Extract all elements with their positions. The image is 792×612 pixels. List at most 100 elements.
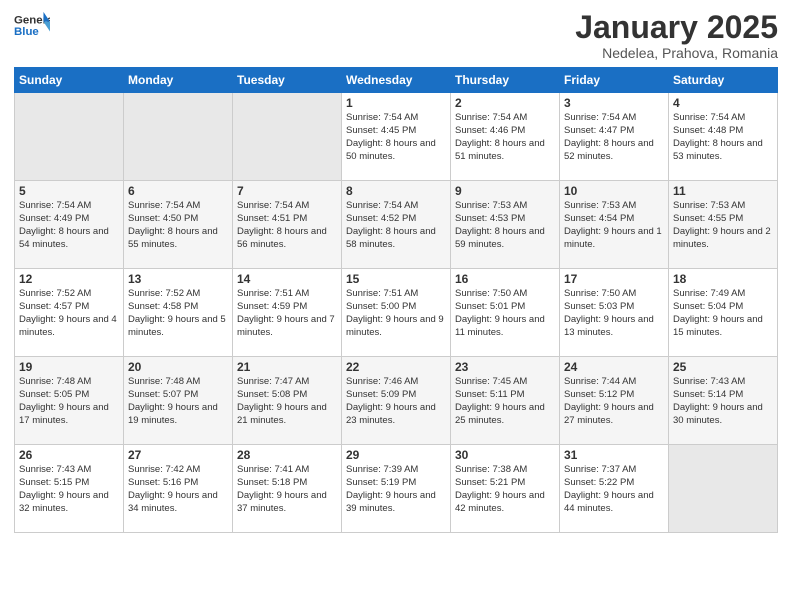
day-number: 20: [128, 360, 228, 374]
day-number: 28: [237, 448, 337, 462]
calendar-week-row: 19 Sunrise: 7:48 AM Sunset: 5:05 PM Dayli…: [15, 357, 778, 445]
day-number: 13: [128, 272, 228, 286]
calendar-week-row: 5 Sunrise: 7:54 AM Sunset: 4:49 PM Daylig…: [15, 181, 778, 269]
calendar-day-cell: 22Sunrise: 7:46 AM Sunset: 5:09 PM Dayli…: [342, 357, 451, 445]
day-info: Sunrise: 7:53 AM Sunset: 4:53 PM Dayligh…: [455, 200, 555, 251]
calendar-week-row: 1 Sunrise: 7:54 AM Sunset: 4:45 PM Daylig…: [15, 93, 778, 181]
calendar-day-cell: 19 Sunrise: 7:48 AM Sunset: 5:05 PM Dayli…: [15, 357, 124, 445]
calendar-day-cell: 4 Sunrise: 7:54 AM Sunset: 4:48 PM Daylig…: [669, 93, 778, 181]
day-info: Sunrise: 7:54 AM Sunset: 4:47 PM Dayligh…: [564, 112, 664, 163]
calendar-day-cell: 6 Sunrise: 7:54 AM Sunset: 4:50 PM Daylig…: [124, 181, 233, 269]
calendar-day-cell: 17 Sunrise: 7:50 AM Sunset: 5:03 PM Dayli…: [560, 269, 669, 357]
day-info: Sunrise: 7:54 AM Sunset: 4:48 PM Dayligh…: [673, 112, 773, 163]
calendar-day-cell: 31Sunrise: 7:37 AM Sunset: 5:22 PM Dayli…: [560, 445, 669, 533]
day-info: Sunrise: 7:50 AM Sunset: 5:03 PM Dayligh…: [564, 288, 664, 339]
calendar-day-cell: 14 Sunrise: 7:51 AM Sunset: 4:59 PM Dayli…: [233, 269, 342, 357]
day-number: 29: [346, 448, 446, 462]
calendar-day-cell: 28 Sunrise: 7:41 AM Sunset: 5:18 PM Dayli…: [233, 445, 342, 533]
calendar-table: SundayMondayTuesdayWednesdayThursdayFrid…: [14, 67, 778, 533]
calendar-day-cell: 21 Sunrise: 7:47 AM Sunset: 5:08 PM Dayli…: [233, 357, 342, 445]
day-number: 24: [564, 360, 664, 374]
weekday-header-tuesday: Tuesday: [233, 68, 342, 93]
day-number: 19: [19, 360, 119, 374]
calendar-day-cell: 26 Sunrise: 7:43 AM Sunset: 5:15 PM Dayli…: [15, 445, 124, 533]
day-info: Sunrise: 7:48 AM Sunset: 5:07 PM Dayligh…: [128, 376, 228, 427]
calendar-day-cell: 16 Sunrise: 7:50 AM Sunset: 5:01 PM Dayli…: [451, 269, 560, 357]
calendar-week-row: 12 Sunrise: 7:52 AM Sunset: 4:57 PM Dayli…: [15, 269, 778, 357]
calendar-day-cell: 24Sunrise: 7:44 AM Sunset: 5:12 PM Dayli…: [560, 357, 669, 445]
calendar-day-cell: 29Sunrise: 7:39 AM Sunset: 5:19 PM Dayli…: [342, 445, 451, 533]
weekday-header-row: SundayMondayTuesdayWednesdayThursdayFrid…: [15, 68, 778, 93]
calendar-day-cell: 5 Sunrise: 7:54 AM Sunset: 4:49 PM Daylig…: [15, 181, 124, 269]
day-info: Sunrise: 7:47 AM Sunset: 5:08 PM Dayligh…: [237, 376, 337, 427]
weekday-header-thursday: Thursday: [451, 68, 560, 93]
calendar-day-cell: 12 Sunrise: 7:52 AM Sunset: 4:57 PM Dayli…: [15, 269, 124, 357]
calendar-day-cell: [233, 93, 342, 181]
day-number: 12: [19, 272, 119, 286]
day-number: 6: [128, 184, 228, 198]
logo: General Blue: [14, 10, 50, 40]
day-info: Sunrise: 7:54 AM Sunset: 4:45 PM Dayligh…: [346, 112, 446, 163]
day-info: Sunrise: 7:54 AM Sunset: 4:49 PM Dayligh…: [19, 200, 119, 251]
day-info: Sunrise: 7:45 AM Sunset: 5:11 PM Dayligh…: [455, 376, 555, 427]
day-number: 18: [673, 272, 773, 286]
day-number: 5: [19, 184, 119, 198]
day-number: 21: [237, 360, 337, 374]
day-number: 14: [237, 272, 337, 286]
weekday-header-wednesday: Wednesday: [342, 68, 451, 93]
weekday-header-friday: Friday: [560, 68, 669, 93]
calendar-day-cell: 13Sunrise: 7:52 AM Sunset: 4:58 PM Dayli…: [124, 269, 233, 357]
day-number: 7: [237, 184, 337, 198]
day-info: Sunrise: 7:42 AM Sunset: 5:16 PM Dayligh…: [128, 464, 228, 515]
calendar-day-cell: 1 Sunrise: 7:54 AM Sunset: 4:45 PM Daylig…: [342, 93, 451, 181]
calendar-subtitle: Nedelea, Prahova, Romania: [575, 45, 778, 61]
day-number: 25: [673, 360, 773, 374]
day-info: Sunrise: 7:54 AM Sunset: 4:46 PM Dayligh…: [455, 112, 555, 163]
day-number: 8: [346, 184, 446, 198]
day-info: Sunrise: 7:53 AM Sunset: 4:55 PM Dayligh…: [673, 200, 773, 251]
day-info: Sunrise: 7:43 AM Sunset: 5:15 PM Dayligh…: [19, 464, 119, 515]
day-number: 11: [673, 184, 773, 198]
header-right: January 2025 Nedelea, Prahova, Romania: [575, 10, 778, 61]
day-number: 4: [673, 96, 773, 110]
weekday-header-saturday: Saturday: [669, 68, 778, 93]
calendar-title: January 2025: [575, 10, 778, 45]
day-number: 26: [19, 448, 119, 462]
day-number: 9: [455, 184, 555, 198]
day-info: Sunrise: 7:54 AM Sunset: 4:50 PM Dayligh…: [128, 200, 228, 251]
day-info: Sunrise: 7:48 AM Sunset: 5:05 PM Dayligh…: [19, 376, 119, 427]
day-info: Sunrise: 7:51 AM Sunset: 4:59 PM Dayligh…: [237, 288, 337, 339]
calendar-day-cell: [15, 93, 124, 181]
day-info: Sunrise: 7:52 AM Sunset: 4:57 PM Dayligh…: [19, 288, 119, 339]
day-number: 17: [564, 272, 664, 286]
svg-text:Blue: Blue: [14, 26, 39, 38]
day-number: 27: [128, 448, 228, 462]
day-number: 1: [346, 96, 446, 110]
calendar-day-cell: 15 Sunrise: 7:51 AM Sunset: 5:00 PM Dayli…: [342, 269, 451, 357]
day-number: 22: [346, 360, 446, 374]
calendar-day-cell: [669, 445, 778, 533]
day-info: Sunrise: 7:43 AM Sunset: 5:14 PM Dayligh…: [673, 376, 773, 427]
day-number: 3: [564, 96, 664, 110]
day-info: Sunrise: 7:49 AM Sunset: 5:04 PM Dayligh…: [673, 288, 773, 339]
day-number: 15: [346, 272, 446, 286]
day-number: 10: [564, 184, 664, 198]
calendar-week-row: 26 Sunrise: 7:43 AM Sunset: 5:15 PM Dayli…: [15, 445, 778, 533]
day-info: Sunrise: 7:53 AM Sunset: 4:54 PM Dayligh…: [564, 200, 664, 251]
day-number: 23: [455, 360, 555, 374]
calendar-day-cell: 18 Sunrise: 7:49 AM Sunset: 5:04 PM Dayli…: [669, 269, 778, 357]
day-info: Sunrise: 7:54 AM Sunset: 4:51 PM Dayligh…: [237, 200, 337, 251]
day-number: 16: [455, 272, 555, 286]
weekday-header-sunday: Sunday: [15, 68, 124, 93]
day-info: Sunrise: 7:50 AM Sunset: 5:01 PM Dayligh…: [455, 288, 555, 339]
calendar-day-cell: 11 Sunrise: 7:53 AM Sunset: 4:55 PM Dayli…: [669, 181, 778, 269]
calendar-day-cell: 2Sunrise: 7:54 AM Sunset: 4:46 PM Daylig…: [451, 93, 560, 181]
day-info: Sunrise: 7:54 AM Sunset: 4:52 PM Dayligh…: [346, 200, 446, 251]
calendar-page: General Blue January 2025 Nedelea, Praho…: [0, 0, 792, 612]
calendar-day-cell: 3 Sunrise: 7:54 AM Sunset: 4:47 PM Daylig…: [560, 93, 669, 181]
calendar-day-cell: 9 Sunrise: 7:53 AM Sunset: 4:53 PM Daylig…: [451, 181, 560, 269]
day-info: Sunrise: 7:37 AM Sunset: 5:22 PM Dayligh…: [564, 464, 664, 515]
day-info: Sunrise: 7:51 AM Sunset: 5:00 PM Dayligh…: [346, 288, 446, 339]
weekday-header-monday: Monday: [124, 68, 233, 93]
day-info: Sunrise: 7:41 AM Sunset: 5:18 PM Dayligh…: [237, 464, 337, 515]
